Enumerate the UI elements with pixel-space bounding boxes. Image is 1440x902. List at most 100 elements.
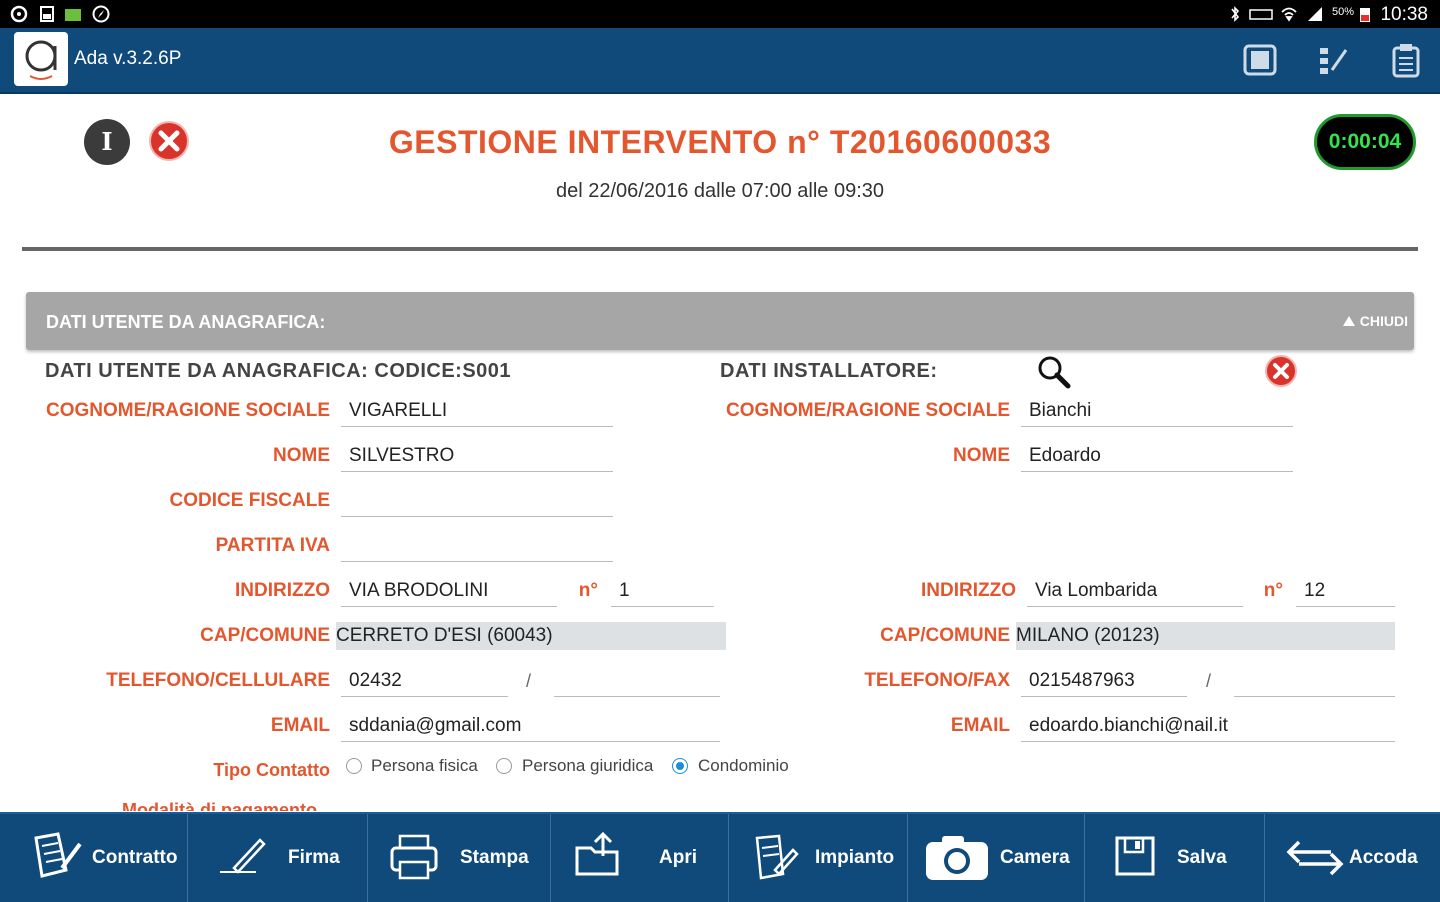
cliente-indirizzo-field[interactable]: VIA BRODOLINI <box>341 575 557 607</box>
swap-arrows-icon <box>1286 840 1344 876</box>
installatore-nome-field[interactable]: Edoardo <box>1021 440 1293 472</box>
bluetooth-icon <box>1231 6 1240 22</box>
impianto-label: Impianto <box>815 847 895 868</box>
cliente-email-field[interactable]: sddania@gmail.com <box>341 710 720 742</box>
camera-icon <box>926 836 988 880</box>
contratto-button[interactable]: Contratto <box>8 814 188 902</box>
installatore-telefono-field[interactable]: 0215487963 <box>1021 665 1187 697</box>
impianto-button[interactable]: Impianto <box>729 814 908 902</box>
compass-icon <box>92 5 110 23</box>
signal-bars-icon <box>65 9 81 21</box>
cliente-codice-fiscale-field[interactable] <box>341 485 613 517</box>
cliente-nome-label: NOME <box>273 445 330 466</box>
modalita-pagamento-label: Modalità di pagamento <box>122 800 318 811</box>
cell-signal-icon <box>1308 7 1322 21</box>
radio-persona-fisica[interactable] <box>346 758 362 774</box>
section-header-anagrafica[interactable]: DATI UTENTE DA ANAGRAFICA: CHIUDI <box>26 292 1414 350</box>
cliente-indirizzo-label: INDIRIZZO <box>235 580 330 601</box>
phone-separator: / <box>526 671 532 691</box>
cliente-cognome-label: COGNOME/RAGIONE SOCIALE <box>46 400 330 421</box>
app-bar: Ada v.3.2.6P <box>0 28 1440 94</box>
header-divider <box>22 247 1418 251</box>
collapse-label: CHIUDI <box>1359 313 1408 329</box>
installatore-email-label: EMAIL <box>950 715 1010 736</box>
camera-label: Camera <box>1000 847 1070 868</box>
accoda-button[interactable]: Accoda <box>1265 814 1440 902</box>
cliente-partita-iva-field[interactable] <box>341 530 613 562</box>
triangle-up-icon <box>1342 316 1355 326</box>
salva-label: Salva <box>1177 847 1227 868</box>
radio-condominio-label[interactable]: Condominio <box>698 756 789 776</box>
ada-logo-icon <box>25 40 57 80</box>
collapse-button[interactable]: CHIUDI <box>1342 313 1408 329</box>
contract-icon <box>34 832 82 878</box>
cliente-partita-iva-label: PARTITA IVA <box>215 535 330 556</box>
printer-icon <box>390 834 438 880</box>
installatore-cognome-label: COGNOME/RAGIONE SOCIALE <box>726 400 1010 421</box>
installatore-nome-label: NOME <box>953 445 1010 466</box>
bottom-toolbar: Contratto Firma Stampa Apri Impianto Cam… <box>0 812 1440 902</box>
status-bar: 50% 10:38 <box>0 0 1440 28</box>
stampa-button[interactable]: Stampa <box>368 814 551 902</box>
radio-persona-fisica-label[interactable]: Persona fisica <box>371 756 478 776</box>
firma-label: Firma <box>288 847 340 868</box>
storage-icon <box>40 6 54 22</box>
checklist-edit-icon[interactable] <box>1316 42 1352 78</box>
wifi-icon <box>1281 7 1297 22</box>
installatore-cognome-field[interactable]: Bianchi <box>1021 395 1293 427</box>
document-edit-icon <box>755 834 799 880</box>
elapsed-timer[interactable]: 0:00:04 <box>1314 114 1416 170</box>
camera-button[interactable]: Camera <box>908 814 1085 902</box>
cliente-numero-field[interactable]: 1 <box>611 575 714 607</box>
battery-icon <box>1360 8 1370 22</box>
installatore-indirizzo-label: INDIRIZZO <box>921 580 1016 601</box>
tipo-contatto-label: Tipo Contatto <box>213 760 330 780</box>
radio-persona-giuridica-label[interactable]: Persona giuridica <box>522 756 653 776</box>
installatore-header: DATI INSTALLATORE: <box>720 360 938 382</box>
page-subtitle: del 22/06/2016 dalle 07:00 alle 09:30 <box>555 180 885 202</box>
firma-button[interactable]: Firma <box>188 814 368 902</box>
installatore-fax-field[interactable] <box>1234 665 1395 697</box>
apri-button[interactable]: Apri <box>551 814 729 902</box>
settings-icon <box>10 5 28 23</box>
installatore-telefono-label: TELEFONO/FAX <box>864 670 1010 691</box>
search-icon[interactable] <box>1036 354 1072 390</box>
save-icon <box>1115 836 1155 876</box>
cliente-codice-fiscale-label: CODICE FISCALE <box>169 490 330 511</box>
cliente-telefono-field[interactable]: 02432 <box>341 665 508 697</box>
installatore-numero-field[interactable]: 12 <box>1296 575 1395 607</box>
folder-open-icon <box>575 831 619 876</box>
cliente-nome-field[interactable]: SILVESTRO <box>341 440 613 472</box>
accoda-label: Accoda <box>1349 847 1418 868</box>
cliente-cap-label: CAP/COMUNE <box>200 625 330 646</box>
battery-percent: 50% <box>1332 6 1355 18</box>
contratto-label: Contratto <box>92 847 178 868</box>
radio-condominio[interactable] <box>672 758 688 774</box>
tablet-view-icon[interactable] <box>1242 42 1278 78</box>
nfc-icon <box>1249 9 1273 20</box>
installatore-cap-label: CAP/COMUNE <box>880 625 1010 646</box>
installer-phone-separator: / <box>1206 671 1212 691</box>
apri-label: Apri <box>659 847 697 868</box>
pen-icon <box>220 838 266 874</box>
cliente-telefono-label: TELEFONO/CELLULARE <box>106 670 330 691</box>
cliente-numero-label: n° <box>578 580 598 601</box>
app-title: Ada v.3.2.6P <box>74 48 182 69</box>
stampa-label: Stampa <box>460 847 529 868</box>
clipboard-icon[interactable] <box>1388 42 1424 78</box>
app-logo[interactable] <box>14 32 68 86</box>
installatore-numero-label: n° <box>1263 580 1283 601</box>
radio-persona-giuridica[interactable] <box>496 758 512 774</box>
salva-button[interactable]: Salva <box>1085 814 1265 902</box>
clear-installer-icon[interactable] <box>1264 354 1298 388</box>
section-title: DATI UTENTE DA ANAGRAFICA: <box>46 312 326 332</box>
page-title: GESTIONE INTERVENTO n° T20160600033 <box>388 124 1052 160</box>
installatore-indirizzo-field[interactable]: Via Lombarida <box>1027 575 1243 607</box>
cliente-cognome-field[interactable]: VIGARELLI <box>341 395 613 427</box>
clock: 10:38 <box>1380 4 1428 25</box>
cliente-cap-field[interactable]: CERRETO D'ESI (60043) <box>336 622 726 650</box>
cliente-cellulare-field[interactable] <box>554 665 720 697</box>
installatore-email-field[interactable]: edoardo.bianchi@nail.it <box>1021 710 1395 742</box>
cliente-header: DATI UTENTE DA ANAGRAFICA: CODICE:S001 <box>45 360 512 382</box>
installatore-cap-field[interactable]: MILANO (20123) <box>1016 622 1395 650</box>
